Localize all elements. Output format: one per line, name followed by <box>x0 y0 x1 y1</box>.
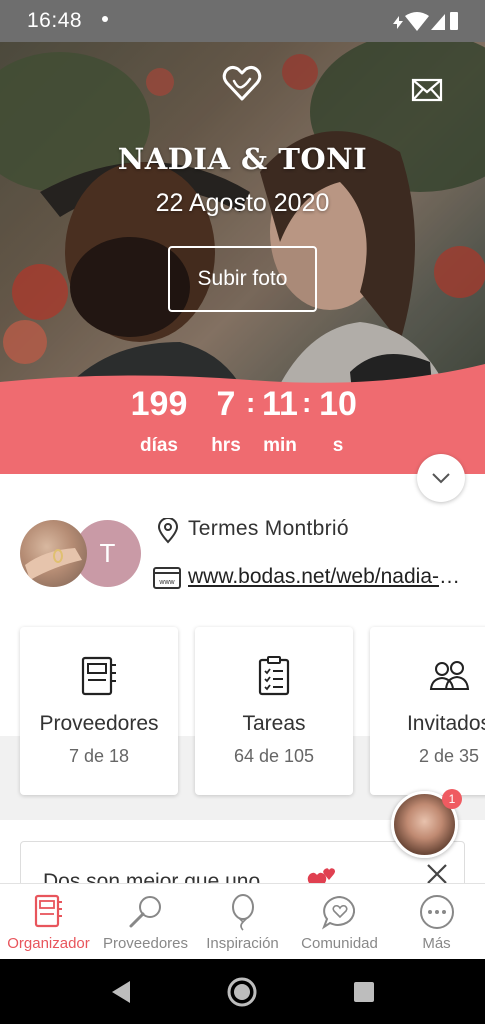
nav-community[interactable]: Comunidad <box>291 884 388 960</box>
nav-inspiration[interactable]: Inspiración <box>194 884 291 960</box>
heart-logo-icon <box>222 65 262 101</box>
chat-heart-icon <box>291 894 388 932</box>
couple-names: NADIA & TONI <box>117 142 368 176</box>
guests-card[interactable]: Invitados 2 de 35 <box>370 627 485 795</box>
notification-badge: 1 <box>442 789 462 809</box>
guests-icon <box>370 655 485 697</box>
user-avatar[interactable] <box>20 520 87 587</box>
card-count: 2 de 35 <box>418 746 480 766</box>
notebook-icon <box>20 655 178 697</box>
checklist-icon <box>195 655 353 697</box>
nav-label: Inspiración <box>206 935 279 952</box>
notebook-icon <box>0 894 97 932</box>
website-link[interactable]: www.bodas.net/web/nadia-y-toni <box>188 565 464 589</box>
home-icon[interactable] <box>226 976 258 1008</box>
status-time: 16:48 <box>27 9 83 32</box>
more-icon <box>388 894 485 932</box>
countdown-seconds-label: s <box>332 435 344 456</box>
mail-icon[interactable] <box>410 76 444 104</box>
wedding-date: 22 Agosto 2020 <box>155 189 330 217</box>
countdown-seconds: 10 <box>319 385 357 423</box>
upload-photo-button[interactable]: Subir foto <box>168 246 317 312</box>
location-pin-icon <box>157 518 179 544</box>
collapse-button[interactable] <box>417 454 465 502</box>
svg-text:www: www <box>158 579 175 586</box>
card-title: Proveedores <box>39 712 159 735</box>
website-icon: www <box>153 567 181 589</box>
notification-dot-icon <box>102 16 108 22</box>
countdown-days: 199 <box>130 385 188 423</box>
countdown-separator: : <box>246 387 256 418</box>
balloon-icon <box>194 894 291 932</box>
countdown-days-label: días <box>139 435 179 456</box>
wedding-location: Termes Montbrió <box>188 517 349 540</box>
card-title: Invitados <box>406 712 485 735</box>
nav-label: Organizador <box>7 935 90 952</box>
nav-more[interactable]: Más <box>388 884 485 960</box>
recents-icon[interactable] <box>348 976 380 1008</box>
card-title: Tareas <box>242 712 306 735</box>
countdown-hours: 7 <box>216 385 236 423</box>
countdown: 199 7 : 11 : 10 días hrs min s <box>0 385 485 465</box>
tasks-card[interactable]: Tareas 64 de 105 <box>195 627 353 795</box>
status-icons <box>393 12 458 31</box>
status-bar: 16:48 <box>0 0 485 42</box>
ring-hand-photo <box>25 548 82 580</box>
chevron-down-icon <box>432 473 450 484</box>
bottom-nav: Organizador Proveedores Inspiración Comu… <box>0 883 485 959</box>
nav-label: Más <box>422 935 451 952</box>
card-count: 7 de 18 <box>68 746 130 766</box>
card-count: 64 de 105 <box>233 746 315 766</box>
nav-label: Proveedores <box>102 935 189 952</box>
countdown-hours-label: hrs <box>211 435 241 456</box>
back-icon[interactable] <box>106 976 138 1008</box>
app-screen: 16:48 NADIA & TONI 22 Agosto 2020 Subir … <box>0 0 485 1024</box>
suppliers-card[interactable]: Proveedores 7 de 18 <box>20 627 178 795</box>
countdown-minutes: 11 <box>262 385 298 423</box>
nav-organizer[interactable]: Organizador <box>0 884 97 960</box>
nav-suppliers[interactable]: Proveedores <box>97 884 194 960</box>
countdown-minutes-label: min <box>263 435 297 456</box>
search-icon <box>97 894 194 932</box>
nav-label: Comunidad <box>301 935 378 952</box>
countdown-separator: : <box>302 387 312 418</box>
system-nav-bar <box>0 959 485 1024</box>
